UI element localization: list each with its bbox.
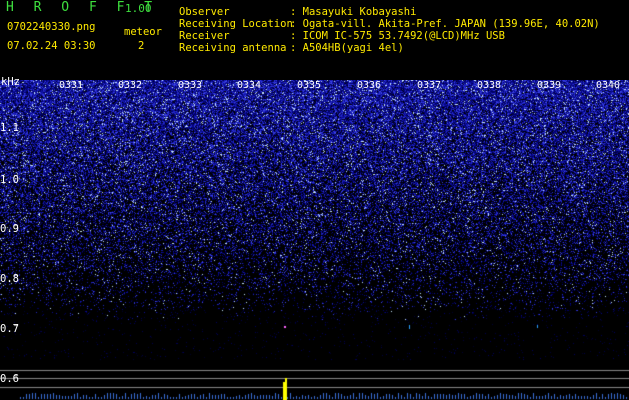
app-version: 1.00 <box>125 2 152 15</box>
time-label: 0335 <box>297 80 322 91</box>
time-label: 0336 <box>357 80 382 91</box>
time-label: 0339 <box>537 80 562 91</box>
header-panel: H R O F F T 1.00 0702240330.png 07.02.24… <box>0 0 629 80</box>
spectrogram-canvas[interactable] <box>0 80 629 400</box>
info-value-observer: : Masayuki Kobayashi <box>290 6 417 18</box>
axis-tick-label: 1.0 <box>0 174 19 186</box>
info-key-location: Receiving Location <box>179 18 293 30</box>
file-datetime: 07.02.24 03:30 <box>7 40 96 52</box>
info-value-receiver: : ICOM IC-575 53.7492(@LCD)MHz USB <box>290 30 505 42</box>
info-key-receiver: Receiver <box>179 30 230 42</box>
axis-tick-label: 1.1 <box>0 122 19 134</box>
time-label: 0333 <box>178 80 203 91</box>
time-label: 0340 <box>596 80 621 91</box>
axis-tick-label: 0.9 <box>0 223 19 235</box>
meteor-label: meteor <box>124 26 162 38</box>
time-label: 0337 <box>417 80 442 91</box>
info-key-antenna: Receiving antenna <box>179 42 287 54</box>
file-name: 0702240330.png <box>7 21 96 33</box>
time-label: 0338 <box>477 80 502 91</box>
info-key-observer: Observer <box>179 6 230 18</box>
info-value-location: : Ogata-vill. Akita-Pref. JAPAN (139.96E… <box>290 18 600 30</box>
time-label: 0331 <box>59 80 84 91</box>
time-label: 0332 <box>118 80 143 91</box>
axis-unit-label: kHz <box>1 76 20 88</box>
info-value-antenna: : A504HB(yagi 4el) <box>290 42 404 54</box>
axis-tick-label: 0.7 <box>0 323 19 335</box>
axis-tick-label: 0.6 <box>0 373 19 385</box>
meteor-count: 2 <box>138 40 145 52</box>
time-label: 0334 <box>237 80 262 91</box>
axis-tick-label: 0.8 <box>0 273 19 285</box>
